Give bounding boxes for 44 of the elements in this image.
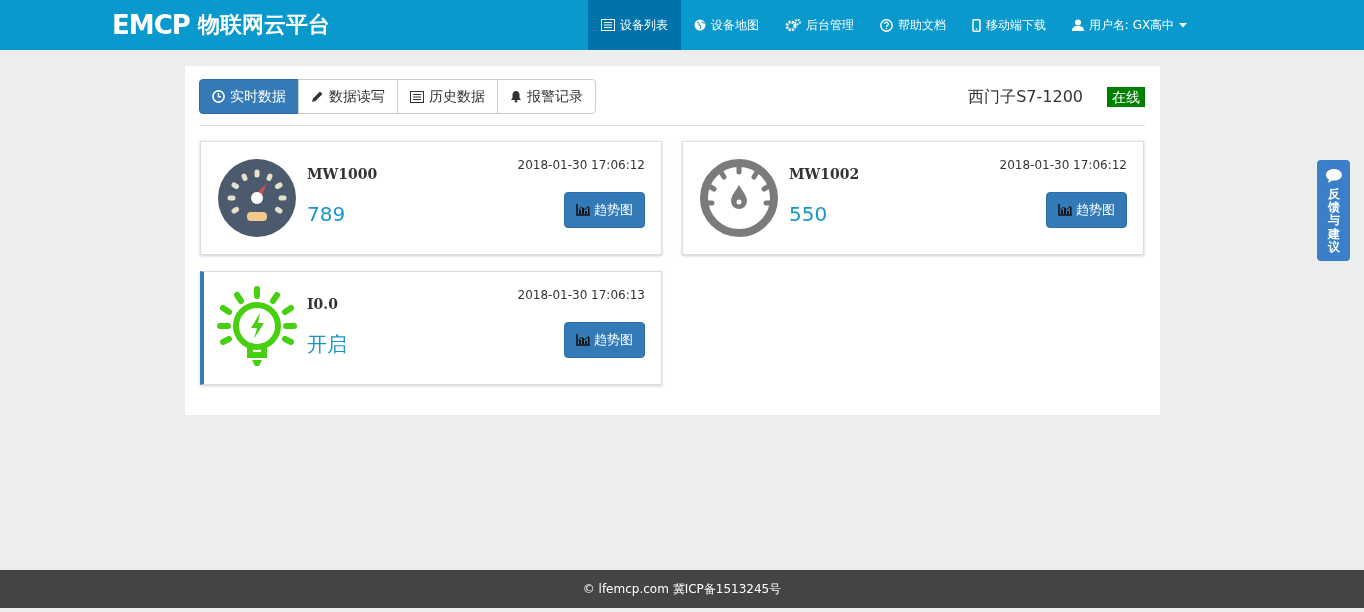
line-chart-icon bbox=[576, 333, 590, 346]
line-chart-icon bbox=[576, 203, 590, 216]
caret-icon bbox=[1179, 22, 1188, 28]
nav-link[interactable]: 设备列表 bbox=[587, 0, 681, 50]
timestamp: 2018-01-30 17:06:12 bbox=[999, 157, 1127, 174]
timestamp: 2018-01-30 17:06:12 bbox=[517, 157, 645, 174]
nav-link[interactable]: 设备地图 bbox=[680, 0, 772, 50]
nav-link[interactable]: 后台管理 bbox=[771, 0, 867, 50]
speech-bubble-icon bbox=[1324, 168, 1343, 184]
tab[interactable]: 报警记录 bbox=[497, 79, 596, 114]
timestamp: 2018-01-30 17:06:13 bbox=[517, 287, 645, 304]
tag-value: 开启 bbox=[307, 331, 348, 358]
device-name: 西门子S7-1200 bbox=[968, 85, 1083, 108]
speedometer-icon bbox=[217, 158, 297, 238]
user-icon bbox=[1071, 19, 1084, 31]
tag-name: MW1000 bbox=[307, 165, 379, 184]
feedback-button[interactable]: 反馈与建议 bbox=[1317, 160, 1350, 261]
nav-link[interactable]: 用户名: GX高中 bbox=[1058, 0, 1201, 50]
platform-title: 物联网云平台 bbox=[197, 11, 330, 39]
trend-chart-button[interactable]: 趋势图 bbox=[564, 192, 645, 228]
list-icon bbox=[600, 19, 615, 31]
phone-icon bbox=[971, 18, 981, 32]
bell-icon bbox=[510, 90, 522, 103]
tag-name: MW1002 bbox=[789, 165, 861, 184]
nav-link[interactable]: 帮助文档 bbox=[866, 0, 959, 50]
tab[interactable]: 实时数据 bbox=[199, 79, 299, 114]
tab[interactable]: 数据读写 bbox=[298, 79, 398, 114]
trend-chart-button[interactable]: 趋势图 bbox=[1046, 192, 1127, 228]
nav-link[interactable]: 移动端下载 bbox=[958, 0, 1059, 50]
pencil-icon bbox=[311, 90, 324, 103]
globe-icon bbox=[693, 19, 706, 31]
list-icon bbox=[410, 90, 424, 103]
logo: EMCP bbox=[112, 9, 190, 42]
status-label: 在线 bbox=[1107, 86, 1145, 107]
clock-icon bbox=[212, 90, 225, 103]
tab[interactable]: 历史数据 bbox=[397, 79, 498, 114]
line-chart-icon bbox=[1058, 203, 1072, 216]
dial-icon bbox=[699, 158, 779, 238]
tag-value: 789 bbox=[307, 201, 347, 228]
help-icon bbox=[879, 18, 893, 32]
footer-text: © lfemcp.com 冀ICP备1513245号 bbox=[582, 581, 782, 598]
tag-name: I0.0 bbox=[307, 295, 339, 314]
trend-chart-button[interactable]: 趋势图 bbox=[564, 322, 645, 358]
tag-value: 550 bbox=[789, 201, 829, 228]
